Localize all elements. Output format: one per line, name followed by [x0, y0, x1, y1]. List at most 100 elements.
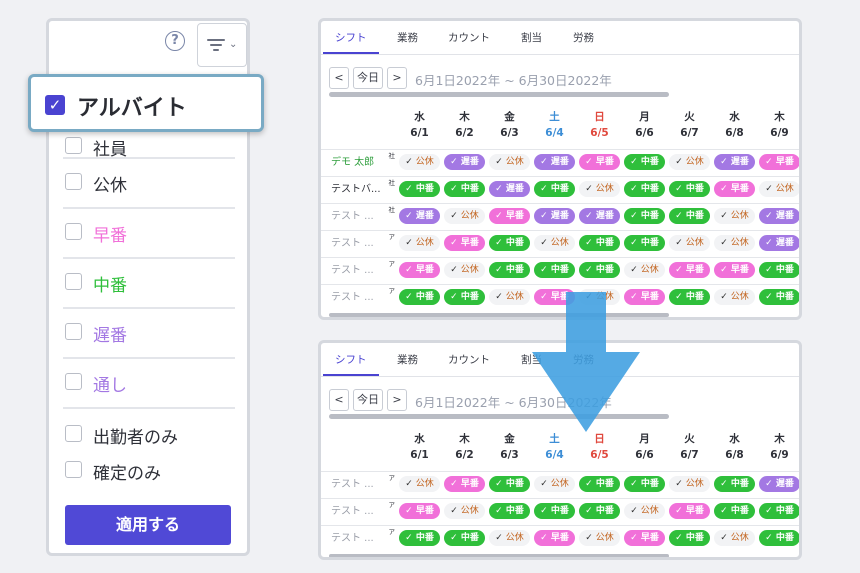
checkbox-checked[interactable]: ✓ — [45, 95, 65, 115]
shift-pill-haya[interactable]: ✓ 早番 — [669, 262, 710, 278]
prev-button[interactable]: < — [329, 67, 349, 89]
shift-pill-naka[interactable]: ✓ 中番 — [579, 476, 620, 492]
help-icon[interactable]: ? — [165, 31, 185, 51]
next-button[interactable]: > — [387, 389, 407, 411]
shift-pill-kou[interactable]: ✓ 公休 — [714, 235, 755, 251]
shift-pill-oso[interactable]: ✓ 遅番 — [579, 208, 620, 224]
filter-option-tooshi[interactable]: 通し — [63, 359, 235, 409]
checkbox[interactable] — [65, 137, 82, 154]
shift-pill-naka[interactable]: ✓ 中番 — [579, 262, 620, 278]
shift-pill-naka[interactable]: ✓ 中番 — [579, 235, 620, 251]
shift-pill-kou[interactable]: ✓ 公休 — [444, 262, 485, 278]
shift-pill-kou[interactable]: ✓ 公休 — [444, 208, 485, 224]
shift-pill-kou[interactable]: ✓ 公休 — [759, 181, 799, 197]
today-button[interactable]: 今日 — [353, 67, 383, 89]
shift-pill-oso[interactable]: ✓ 遅番 — [759, 476, 799, 492]
shift-pill-oso[interactable]: ✓ 遅番 — [714, 154, 755, 170]
checkbox[interactable] — [65, 425, 82, 442]
shift-pill-oso[interactable]: ✓ 遅番 — [399, 208, 440, 224]
employee-name[interactable]: テスト ... ア — [321, 230, 397, 257]
shift-pill-naka[interactable]: ✓ 中番 — [669, 181, 710, 197]
shift-pill-kou[interactable]: ✓ 公休 — [579, 289, 620, 305]
filter-option-hayaban[interactable]: 早番 — [63, 209, 235, 259]
shift-pill-haya[interactable]: ✓ 早番 — [669, 503, 710, 519]
employee-name[interactable]: テスト ... ア — [321, 471, 397, 498]
shift-pill-naka[interactable]: ✓ 中番 — [624, 476, 665, 492]
shift-pill-naka[interactable]: ✓ 中番 — [489, 476, 530, 492]
shift-pill-naka[interactable]: ✓ 中番 — [669, 208, 710, 224]
shift-pill-kou[interactable]: ✓ 公休 — [534, 235, 575, 251]
shift-pill-kou[interactable]: ✓ 公休 — [444, 503, 485, 519]
horizontal-scrollbar[interactable] — [329, 414, 669, 419]
tab-gyomu[interactable]: 業務 — [397, 30, 418, 45]
shift-pill-naka[interactable]: ✓ 中番 — [534, 181, 575, 197]
filter-option-osoban[interactable]: 遅番 — [63, 309, 235, 359]
today-button[interactable]: 今日 — [353, 389, 383, 411]
shift-pill-haya[interactable]: ✓ 早番 — [489, 208, 530, 224]
checkbox[interactable] — [65, 173, 82, 190]
checkbox[interactable] — [65, 223, 82, 240]
shift-pill-naka[interactable]: ✓ 中番 — [489, 503, 530, 519]
shift-pill-haya[interactable]: ✓ 早番 — [759, 154, 799, 170]
apply-button[interactable]: 適用する — [65, 505, 231, 545]
shift-pill-oso[interactable]: ✓ 遅番 — [489, 181, 530, 197]
tab-gyomu[interactable]: 業務 — [397, 352, 418, 367]
shift-pill-naka[interactable]: ✓ 中番 — [399, 289, 440, 305]
shift-pill-naka[interactable]: ✓ 中番 — [579, 503, 620, 519]
filter-option-koukyu[interactable]: 公休 — [63, 159, 235, 209]
shift-pill-oso[interactable]: ✓ 遅番 — [444, 154, 485, 170]
shift-pill-haya[interactable]: ✓ 早番 — [714, 181, 755, 197]
shift-pill-naka[interactable]: ✓ 中番 — [759, 289, 799, 305]
tab-count[interactable]: カウント — [448, 352, 490, 367]
shift-pill-kou[interactable]: ✓ 公休 — [669, 476, 710, 492]
shift-pill-naka[interactable]: ✓ 中番 — [759, 530, 799, 546]
checkbox[interactable] — [65, 373, 82, 390]
shift-pill-oso[interactable]: ✓ 遅番 — [534, 154, 575, 170]
shift-pill-naka[interactable]: ✓ 中番 — [444, 289, 485, 305]
filter-option-arubaito-callout[interactable]: ✓ アルバイト — [28, 74, 264, 132]
next-button[interactable]: > — [387, 67, 407, 89]
employee-name[interactable]: デモ 太郎 社 — [321, 149, 397, 176]
shift-pill-naka[interactable]: ✓ 中番 — [714, 476, 755, 492]
grid-scrollbar[interactable] — [329, 554, 669, 557]
tab-shift[interactable]: シフト — [335, 352, 367, 367]
filter-sort-button[interactable]: ⌄ — [197, 23, 247, 67]
employee-name[interactable]: テストバ... 社 — [321, 176, 397, 203]
prev-button[interactable]: < — [329, 389, 349, 411]
tab-roumu[interactable]: 労務 — [573, 30, 594, 45]
filter-option-attendees-only[interactable]: 出勤者のみ — [63, 413, 235, 449]
shift-pill-kou[interactable]: ✓ 公休 — [669, 235, 710, 251]
shift-pill-kou[interactable]: ✓ 公休 — [579, 181, 620, 197]
shift-pill-oso[interactable]: ✓ 遅番 — [759, 235, 799, 251]
shift-pill-kou[interactable]: ✓ 公休 — [489, 289, 530, 305]
shift-pill-naka[interactable]: ✓ 中番 — [444, 530, 485, 546]
shift-pill-naka[interactable]: ✓ 中番 — [489, 235, 530, 251]
shift-pill-naka[interactable]: ✓ 中番 — [714, 503, 755, 519]
shift-pill-naka[interactable]: ✓ 中番 — [759, 503, 799, 519]
shift-pill-kou[interactable]: ✓ 公休 — [714, 208, 755, 224]
shift-pill-kou[interactable]: ✓ 公休 — [399, 235, 440, 251]
shift-pill-naka[interactable]: ✓ 中番 — [399, 530, 440, 546]
shift-pill-kou[interactable]: ✓ 公休 — [534, 476, 575, 492]
shift-pill-kou[interactable]: ✓ 公休 — [669, 154, 710, 170]
horizontal-scrollbar[interactable] — [329, 92, 669, 97]
shift-pill-haya[interactable]: ✓ 早番 — [579, 154, 620, 170]
filter-option-confirmed-only[interactable]: 確定のみ — [63, 449, 235, 485]
shift-pill-naka[interactable]: ✓ 中番 — [444, 181, 485, 197]
tab-roumu[interactable]: 労務 — [573, 352, 594, 367]
shift-pill-haya[interactable]: ✓ 早番 — [444, 476, 485, 492]
shift-pill-haya[interactable]: ✓ 早番 — [399, 503, 440, 519]
shift-pill-kou[interactable]: ✓ 公休 — [714, 530, 755, 546]
grid-scrollbar[interactable] — [329, 313, 669, 317]
shift-pill-oso[interactable]: ✓ 遅番 — [534, 208, 575, 224]
shift-pill-kou[interactable]: ✓ 公休 — [624, 262, 665, 278]
shift-pill-kou[interactable]: ✓ 公休 — [399, 154, 440, 170]
checkbox[interactable] — [65, 323, 82, 340]
checkbox[interactable] — [65, 461, 82, 478]
tab-wariate[interactable]: 割当 — [521, 30, 542, 45]
shift-pill-haya[interactable]: ✓ 早番 — [624, 289, 665, 305]
employee-name[interactable]: テスト ... ア — [321, 525, 397, 552]
shift-pill-naka[interactable]: ✓ 中番 — [399, 181, 440, 197]
tab-count[interactable]: カウント — [448, 30, 490, 45]
checkbox[interactable] — [65, 273, 82, 290]
